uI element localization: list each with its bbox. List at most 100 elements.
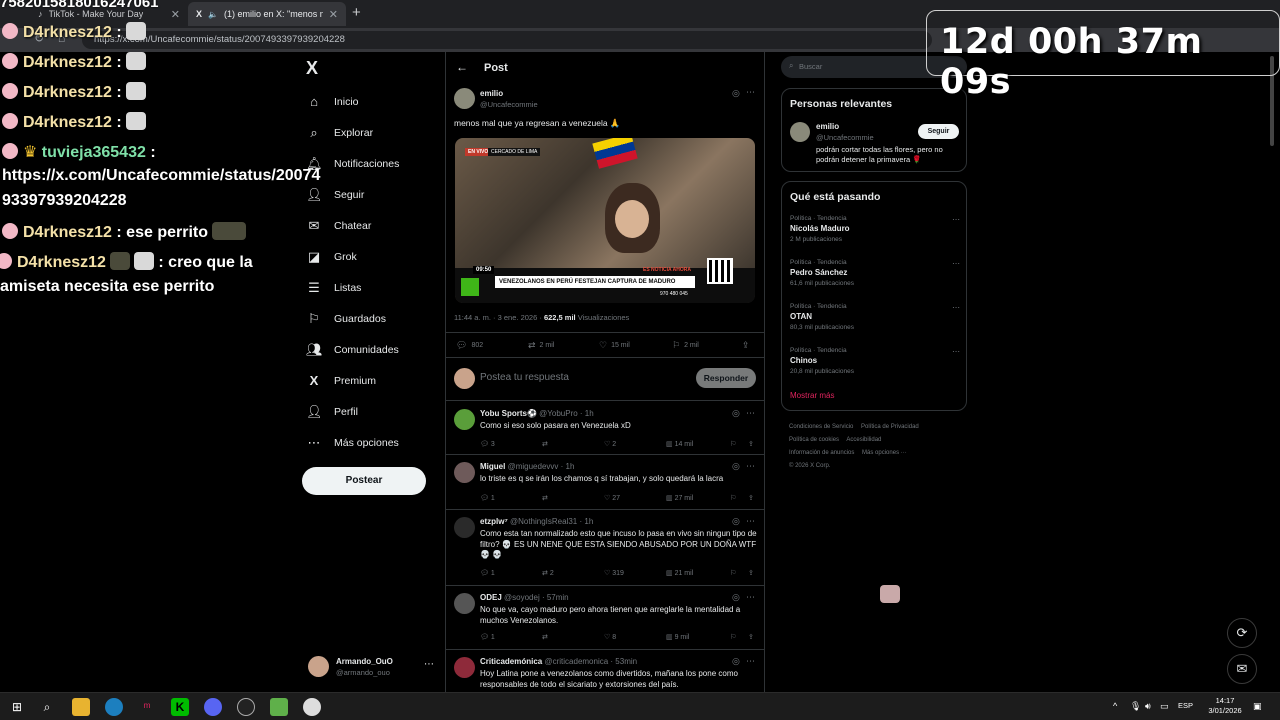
footer-link[interactable]: Condiciones de Servicio (789, 424, 853, 430)
avatar[interactable] (454, 517, 475, 538)
sidebar-item-notificaciones[interactable]: 🔔︎ Notificaciones (306, 148, 446, 179)
grok-icon[interactable]: ◎ (732, 592, 740, 603)
like-button[interactable]: ♡ 8 (604, 633, 616, 641)
network-icon[interactable]: ▭ (1160, 701, 1169, 712)
share-icon[interactable]: ⇪ (748, 569, 754, 577)
like-button[interactable]: ♡ 15 mil (599, 340, 630, 351)
avatar[interactable] (454, 409, 475, 430)
repost-button[interactable]: ⇄ (542, 633, 548, 641)
reply-author[interactable]: Yobu Sports⚽ (480, 409, 537, 418)
reply-author[interactable]: ODEJ (480, 593, 502, 602)
bookmark-icon[interactable]: ⚐ (730, 494, 736, 502)
x-logo[interactable]: X (306, 58, 318, 79)
reply-item[interactable]: etzplw⁷ @NothingIsReal31 · 1h ◎ ⋯ Como es… (446, 510, 764, 586)
views-button[interactable]: ▥ 27 mil (666, 494, 693, 502)
kick-icon[interactable]: K (171, 698, 189, 716)
notifications-icon[interactable]: ▣ (1253, 701, 1262, 712)
footer-link[interactable]: Accesibilidad (846, 437, 881, 443)
author-handle[interactable]: @Uncafecommie (480, 100, 538, 109)
avatar[interactable] (454, 657, 475, 678)
reply-author[interactable]: etzplw⁷ (480, 517, 508, 526)
reply-button[interactable]: 💬︎ 1 (480, 569, 495, 577)
reply-input[interactable]: Postea tu respuesta (480, 372, 569, 383)
sidebar-item-mas-opciones[interactable]: ⋯ Más opciones (306, 427, 446, 458)
reply-button[interactable]: 💬︎ 802 (456, 340, 483, 351)
minecraft-icon[interactable] (270, 698, 288, 716)
new-tab-button[interactable]: + (352, 4, 361, 21)
reply-item[interactable]: ODEJ @soyodej · 57min ◎ ⋯ No que va, cayo… (446, 586, 764, 650)
more-icon[interactable]: ⋯ (952, 215, 960, 224)
taskbar-clock[interactable]: 14:17 3/01/2026 (1205, 696, 1245, 716)
share-icon[interactable]: ⇪ (748, 440, 754, 448)
reply-button[interactable]: 💬︎ 1 (480, 494, 495, 502)
more-icon[interactable]: ⋯ (746, 516, 755, 527)
reply-button[interactable]: 💬︎ 3 (480, 440, 495, 448)
sidebar-item-seguir[interactable]: 👤︎ Seguir (306, 179, 446, 210)
sidebar-item-grok[interactable]: ◪ Grok (306, 241, 446, 272)
search-icon[interactable]: ⌕ (38, 698, 56, 716)
post-video[interactable]: EN VIVO CERCADO DE LIMA 09:50 ES NOTICIA… (455, 138, 755, 303)
chevron-up-icon[interactable]: ^ (1113, 701, 1117, 711)
footer-link[interactable]: Más opciones ··· (862, 450, 907, 456)
grok-icon[interactable]: ◎ (732, 408, 740, 419)
avatar[interactable] (454, 593, 475, 614)
sidebar-item-premium[interactable]: X Premium (306, 365, 446, 396)
relevant-handle[interactable]: @Uncafecommie (816, 133, 874, 142)
reply-item[interactable]: Miguel @miguedevvv · 1h ◎ ⋯ lo triste es … (446, 455, 764, 510)
author-name[interactable]: emilio (480, 89, 503, 98)
bookmark-icon[interactable]: ⚐ (730, 633, 736, 641)
speaker-icon[interactable]: 🔈 (208, 10, 218, 19)
avatar[interactable] (454, 462, 475, 483)
trend-item[interactable]: Política · Tendencia Nicolás Maduro 2 M … (790, 215, 960, 243)
close-icon[interactable]: ✕ (329, 8, 338, 21)
more-icon[interactable]: ⋯ (746, 656, 755, 667)
more-icon[interactable]: ⋯ (424, 659, 434, 670)
reply-button[interactable]: 💬︎ 1 (480, 633, 495, 641)
trend-item[interactable]: Política · Tendencia OTAN 80,3 mil publi… (790, 303, 960, 331)
views-button[interactable]: ▥ 21 mil (666, 569, 693, 577)
grok-icon[interactable]: ◎ (732, 461, 740, 472)
more-icon[interactable]: ⋯ (746, 461, 755, 472)
file-explorer-icon[interactable] (72, 698, 90, 716)
share-button[interactable]: ⇪ (742, 340, 750, 351)
like-button[interactable]: ♡ 27 (604, 494, 620, 502)
sidebar-item-explorar[interactable]: ⌕ Explorar (306, 117, 446, 148)
grok-fab-button[interactable]: ⟳ (1227, 618, 1257, 648)
grok-icon[interactable]: ◎ (732, 516, 740, 527)
share-icon[interactable]: ⇪ (748, 633, 754, 641)
reply-submit-button[interactable]: Responder (696, 368, 756, 388)
volume-icon[interactable]: 🔊︎ (1145, 701, 1151, 712)
back-arrow-icon[interactable]: ← (456, 60, 468, 74)
tab-x-post[interactable]: X 🔈 (1) emilio en X: "menos mal q ✕ (188, 2, 346, 26)
post-button[interactable]: Postear (302, 467, 426, 495)
sidebar-item-comunidades[interactable]: 👥︎ Comunidades (306, 334, 446, 365)
show-more-link[interactable]: Mostrar más (790, 391, 834, 400)
bookmark-icon[interactable]: ⚐ (730, 569, 736, 577)
sidebar-item-chatear[interactable]: ✉ Chatear (306, 210, 446, 241)
grok-icon[interactable]: ◎ (732, 656, 740, 667)
app-icon[interactable] (303, 698, 321, 716)
footer-link[interactable]: Política de Privacidad (861, 424, 919, 430)
relevant-name[interactable]: emilio (816, 122, 839, 131)
obs-icon[interactable] (237, 698, 255, 716)
avatar[interactable] (790, 122, 810, 142)
more-icon[interactable]: ⋯ (952, 259, 960, 268)
follow-button[interactable]: Seguir (918, 124, 959, 139)
like-button[interactable]: ♡ 2 (604, 440, 616, 448)
sidebar-item-perfil[interactable]: 👤︎ Perfil (306, 396, 446, 427)
footer-link[interactable]: Información de anuncios (789, 450, 854, 456)
app-icon[interactable]: ᵐ (138, 698, 156, 716)
like-button[interactable]: ♡ 319 (604, 569, 624, 577)
avatar[interactable] (454, 88, 475, 109)
edge-browser-icon[interactable] (105, 698, 123, 716)
views-button[interactable]: ▥ 14 mil (666, 440, 693, 448)
repost-button[interactable]: ⇄ 2 mil (528, 340, 554, 351)
repost-button[interactable]: ⇄ (542, 494, 548, 502)
more-icon[interactable]: ⋯ (746, 87, 755, 98)
reply-author[interactable]: Miguel (480, 462, 505, 471)
account-switcher[interactable]: Armando_OuO @armando_ouo ⋯ (308, 655, 438, 681)
bookmark-icon[interactable]: ⚐ (730, 440, 736, 448)
more-icon[interactable]: ⋯ (952, 347, 960, 356)
sidebar-item-inicio[interactable]: ⌂ Inicio (306, 86, 446, 117)
share-icon[interactable]: ⇪ (748, 494, 754, 502)
